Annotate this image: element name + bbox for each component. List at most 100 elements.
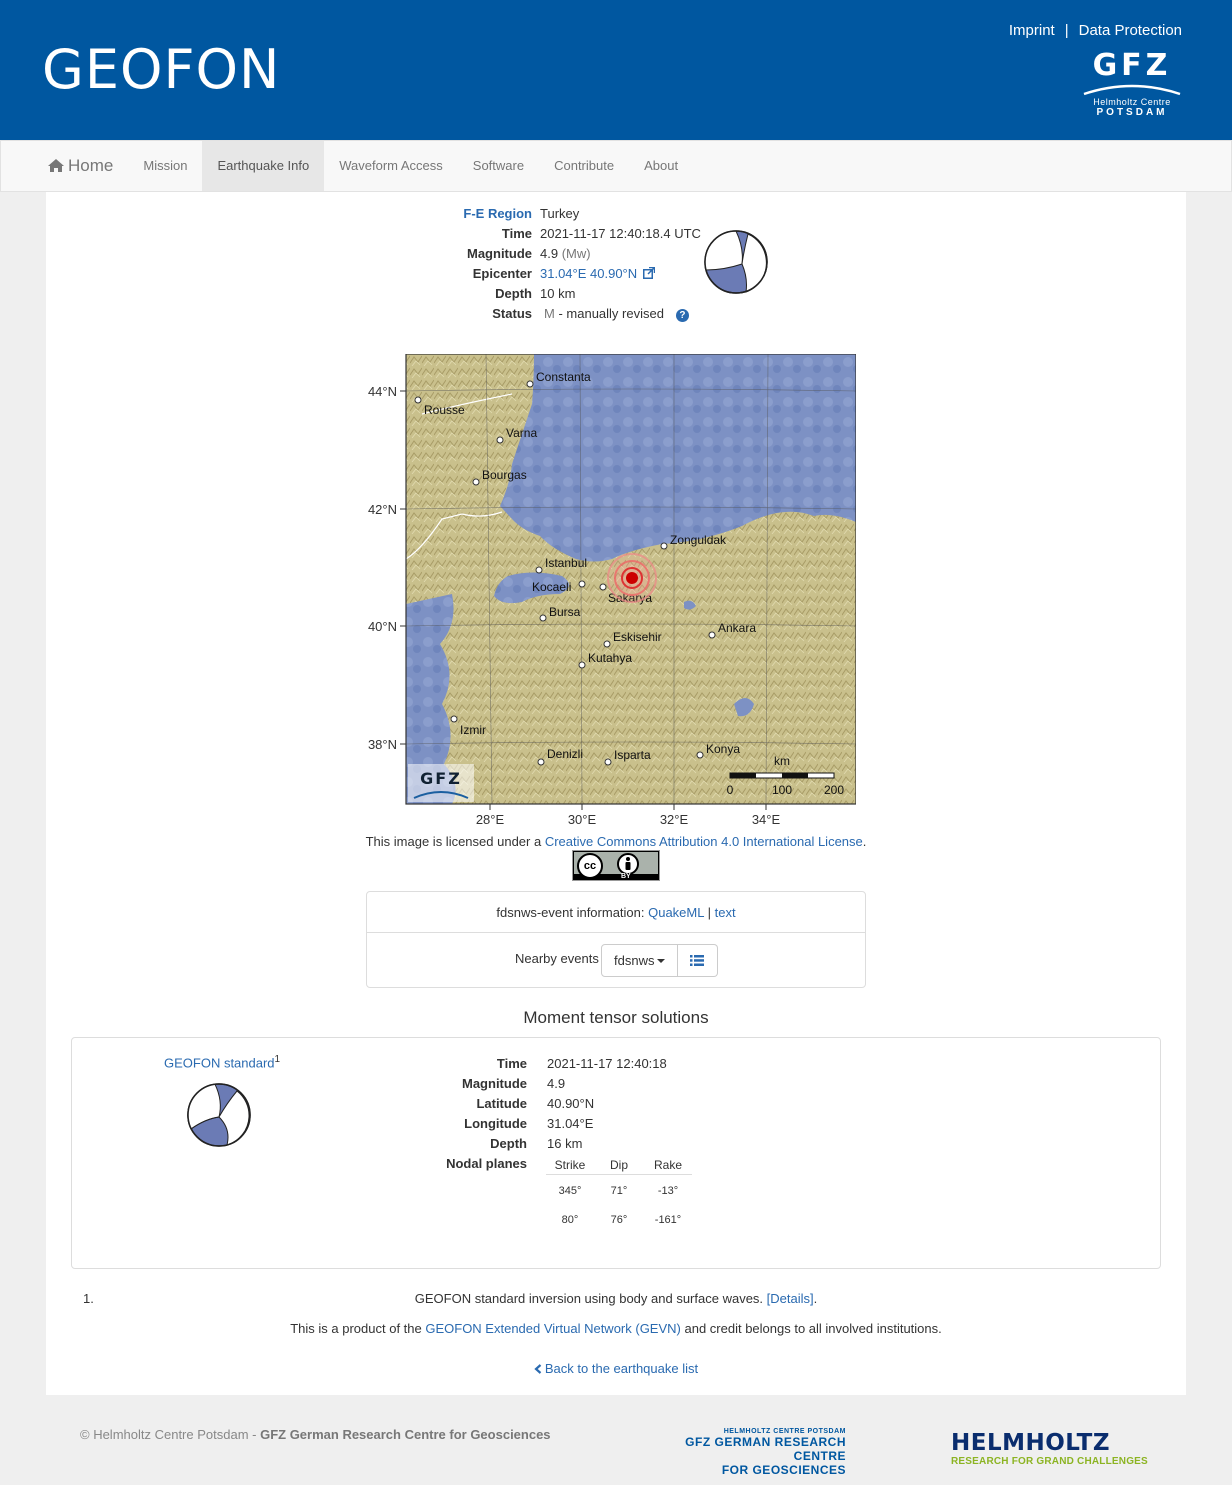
credit-prefix: This is a product of the bbox=[290, 1321, 426, 1336]
mt-magnitude-row: Magnitude 4.9 bbox=[392, 1074, 667, 1094]
fdsnws-separator: | bbox=[707, 905, 712, 920]
city-bursa: Bursa bbox=[549, 605, 581, 619]
gfz-watermark: GFZ bbox=[408, 764, 474, 802]
np2-dip: 76° bbox=[610, 1214, 628, 1226]
footer-copyright: © Helmholtz Centre Potsdam - GFZ German … bbox=[80, 1427, 551, 1442]
geofon-standard-link[interactable]: GEOFON standard bbox=[164, 1055, 275, 1070]
gfz-logo-line2: POTSDAM bbox=[1096, 107, 1168, 118]
event-status-text: - manually revised bbox=[558, 306, 664, 321]
cc-by-badge[interactable]: cc BY bbox=[572, 850, 660, 881]
data-protection-link[interactable]: Data Protection bbox=[1079, 22, 1182, 39]
np1-strike: 345° bbox=[558, 1185, 582, 1197]
scale-tick-100: 100 bbox=[772, 783, 792, 797]
text-link[interactable]: text bbox=[715, 905, 736, 920]
moment-tensor-panel: GEOFON standard1 Time 2021-11-17 12:40:18… bbox=[71, 1037, 1161, 1269]
attribution-icon bbox=[617, 853, 639, 875]
quakeml-link[interactable]: QuakeML bbox=[648, 905, 704, 920]
map-lon-28: 28°E bbox=[476, 812, 505, 827]
beachball-icon[interactable] bbox=[704, 230, 768, 294]
scale-unit: km bbox=[774, 754, 790, 768]
event-status-row: Status M - manually revised? bbox=[462, 304, 701, 324]
map-lon-30: 30°E bbox=[568, 812, 597, 827]
gevn-link[interactable]: GEOFON Extended Virtual Network (GEVN) bbox=[425, 1321, 681, 1336]
nearby-events-row: Nearby events fdsnws bbox=[367, 933, 865, 987]
map-lat-38: 38°N bbox=[368, 737, 397, 752]
fdsnws-dropdown[interactable]: fdsnws bbox=[601, 944, 679, 977]
event-magnitude: 4.9 bbox=[540, 246, 559, 261]
question-circle-icon[interactable]: ? bbox=[675, 309, 689, 322]
footer-helmholtz-logo[interactable]: HELMHOLTZ RESEARCH FOR GRAND CHALLENGES bbox=[951, 1430, 1148, 1467]
np2-strike: 80° bbox=[561, 1214, 579, 1226]
back-to-list-label: Back to the earthquake list bbox=[544, 1361, 699, 1376]
mt-latitude-row: Latitude 40.90°N bbox=[392, 1094, 667, 1114]
details-link[interactable]: [Details] bbox=[767, 1291, 814, 1306]
event-time: 2021-11-17 12:40:18.4 UTC bbox=[540, 226, 701, 241]
mt-latitude-label: Latitude bbox=[476, 1096, 527, 1111]
mt-time: 2021-11-17 12:40:18 bbox=[547, 1056, 667, 1071]
fdsnws-dropdown-label: fdsnws bbox=[614, 953, 655, 968]
nav-contribute[interactable]: Contribute bbox=[539, 141, 629, 191]
city-constanta: Constanta bbox=[536, 370, 591, 384]
np2-rake: -161° bbox=[654, 1214, 682, 1226]
city-eskisehir: Eskisehir bbox=[613, 630, 662, 644]
city-kutahya: Kutahya bbox=[588, 651, 632, 665]
nav-home[interactable]: Home bbox=[33, 141, 128, 191]
epicenter-marker bbox=[606, 552, 658, 604]
mt-nodal-label: Nodal planes bbox=[446, 1156, 527, 1171]
np-header-strike: Strike bbox=[554, 1158, 586, 1172]
nodal-planes-header: Strike Dip Rake bbox=[546, 1155, 692, 1175]
np1-dip: 71° bbox=[610, 1185, 628, 1197]
event-depth: 10 km bbox=[540, 286, 576, 301]
mt-magnitude-label: Magnitude bbox=[462, 1076, 527, 1091]
city-varna: Varna bbox=[506, 426, 537, 440]
epicenter-link[interactable]: 31.04°E 40.90°N bbox=[540, 264, 637, 284]
back-to-list-link[interactable]: Back to the earthquake list bbox=[534, 1361, 698, 1376]
moment-tensor-title: Moment tensor solutions bbox=[523, 1008, 709, 1027]
footer-gfz-logo[interactable]: HELMHOLTZ CENTRE POTSDAM GFZ GERMAN RESE… bbox=[650, 1428, 846, 1477]
mt-depth-label: Depth bbox=[490, 1136, 527, 1151]
mt-depth-row: Depth 16 km bbox=[392, 1134, 667, 1154]
nav-waveform-access[interactable]: Waveform Access bbox=[324, 141, 458, 191]
event-map[interactable]: 44°N 42°N 40°N 38°N 28°E 30°E 32°E 34°E … bbox=[362, 354, 856, 834]
by-label: BY bbox=[621, 873, 631, 880]
city-izmir: Izmir bbox=[460, 723, 486, 737]
event-epicenter-label: Epicenter bbox=[472, 266, 532, 281]
scale-tick-0: 0 bbox=[727, 783, 734, 797]
map-lon-34: 34°E bbox=[752, 812, 781, 827]
nearby-events-label: Nearby events bbox=[515, 951, 599, 966]
cc-license-link[interactable]: Creative Commons Attribution 4.0 Interna… bbox=[545, 834, 863, 849]
nav-earthquake-info[interactable]: Earthquake Info bbox=[202, 141, 325, 191]
footnote-body: GEOFON standard inversion using body and… bbox=[414, 1291, 767, 1306]
event-depth-row: Depth 10 km bbox=[462, 284, 701, 304]
fdsnws-panel: fdsnws-event information: QuakeML | text… bbox=[366, 891, 866, 988]
map-lat-44: 44°N bbox=[368, 384, 397, 399]
city-denizli: Denizli bbox=[547, 747, 583, 761]
main-navbar: Home Mission Earthquake Info Waveform Ac… bbox=[0, 140, 1232, 192]
mt-longitude-label: Longitude bbox=[464, 1116, 527, 1131]
gfz-logo-text: GFZ bbox=[1092, 48, 1172, 83]
home-icon bbox=[48, 159, 64, 172]
footnote-ref[interactable]: 1 bbox=[275, 1054, 281, 1065]
nav-about[interactable]: About bbox=[629, 141, 693, 191]
nav-list: Home Mission Earthquake Info Waveform Ac… bbox=[33, 141, 693, 191]
city-rousse: Rousse bbox=[424, 403, 465, 417]
list-button[interactable] bbox=[678, 944, 719, 977]
table-row: 80° 76° -161° bbox=[546, 1206, 692, 1235]
fe-region-link[interactable]: F-E Region bbox=[462, 204, 532, 224]
site-brand[interactable]: GEOFON bbox=[42, 38, 280, 101]
map-lat-40: 40°N bbox=[368, 619, 397, 634]
np1-rake: -13° bbox=[657, 1185, 679, 1197]
external-link-icon[interactable] bbox=[643, 267, 656, 279]
nearby-events-buttons: fdsnws bbox=[601, 944, 719, 977]
nav-software[interactable]: Software bbox=[458, 141, 539, 191]
gfz-logo-line1: Helmholtz Centre bbox=[1093, 97, 1171, 107]
footer-helmholtz-tagline: RESEARCH FOR GRAND CHALLENGES bbox=[951, 1456, 1148, 1467]
city-bourgas: Bourgas bbox=[482, 468, 527, 482]
footer-helmholtz-name: HELMHOLTZ bbox=[951, 1430, 1111, 1456]
gfz-logo[interactable]: GFZ Helmholtz Centre POTSDAM bbox=[1082, 48, 1182, 124]
imprint-link[interactable]: Imprint bbox=[1009, 22, 1055, 39]
footer-gfz-line1: HELMHOLTZ CENTRE POTSDAM bbox=[723, 1428, 846, 1435]
nav-mission[interactable]: Mission bbox=[128, 141, 202, 191]
np-header-rake: Rake bbox=[653, 1158, 682, 1172]
footer-copy-bold: GFZ German Research Centre for Geoscienc… bbox=[260, 1427, 551, 1442]
